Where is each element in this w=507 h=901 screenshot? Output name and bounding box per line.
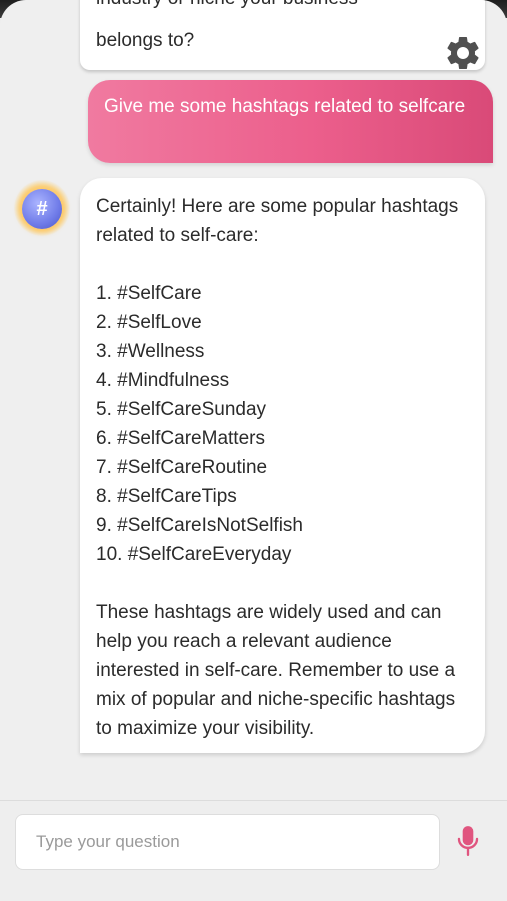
hashtag-item: 6. #SelfCareMatters: [96, 428, 265, 449]
hashtag-item: 1. #SelfCare: [96, 283, 202, 304]
mic-icon[interactable]: [455, 824, 481, 858]
previous-bot-message: industry or niche your business belongs …: [80, 0, 485, 70]
hashtag-item: 5. #SelfCareSunday: [96, 399, 267, 420]
previous-bot-text: belongs to?: [96, 30, 195, 51]
hashtag-item: 4. #Mindfulness: [96, 370, 230, 391]
hashtag-item: 7. #SelfCareRoutine: [96, 457, 268, 478]
hashtag-item: 10. #SelfCareEveryday: [96, 544, 292, 565]
gear-icon[interactable]: [443, 33, 483, 73]
hashtag-list: 1. #SelfCare 2. #SelfLove 3. #Wellness 4…: [96, 279, 469, 569]
hashtag-item: 9. #SelfCareIsNotSelfish: [96, 515, 303, 536]
hashtag-item: 8. #SelfCareTips: [96, 486, 237, 507]
user-message: Give me some hashtags related to selfcar…: [88, 80, 493, 163]
hashtag-item: 2. #SelfLove: [96, 312, 202, 333]
bot-intro-text: Certainly! Here are some popular hashtag…: [96, 196, 459, 246]
bot-outro-text: These hashtags are widely used and can h…: [96, 602, 456, 739]
question-input[interactable]: [15, 814, 440, 870]
composer-bar: [0, 800, 507, 901]
hashtag-item: 3. #Wellness: [96, 341, 205, 362]
previous-bot-fragment: industry or niche your business: [96, 0, 358, 12]
bot-avatar: #: [22, 189, 62, 229]
bot-message: Certainly! Here are some popular hashtag…: [80, 178, 485, 753]
hashtag-icon: #: [36, 197, 48, 220]
user-message-text: Give me some hashtags related to selfcar…: [104, 96, 466, 117]
chat-area[interactable]: industry or niche your business belongs …: [0, 0, 507, 800]
